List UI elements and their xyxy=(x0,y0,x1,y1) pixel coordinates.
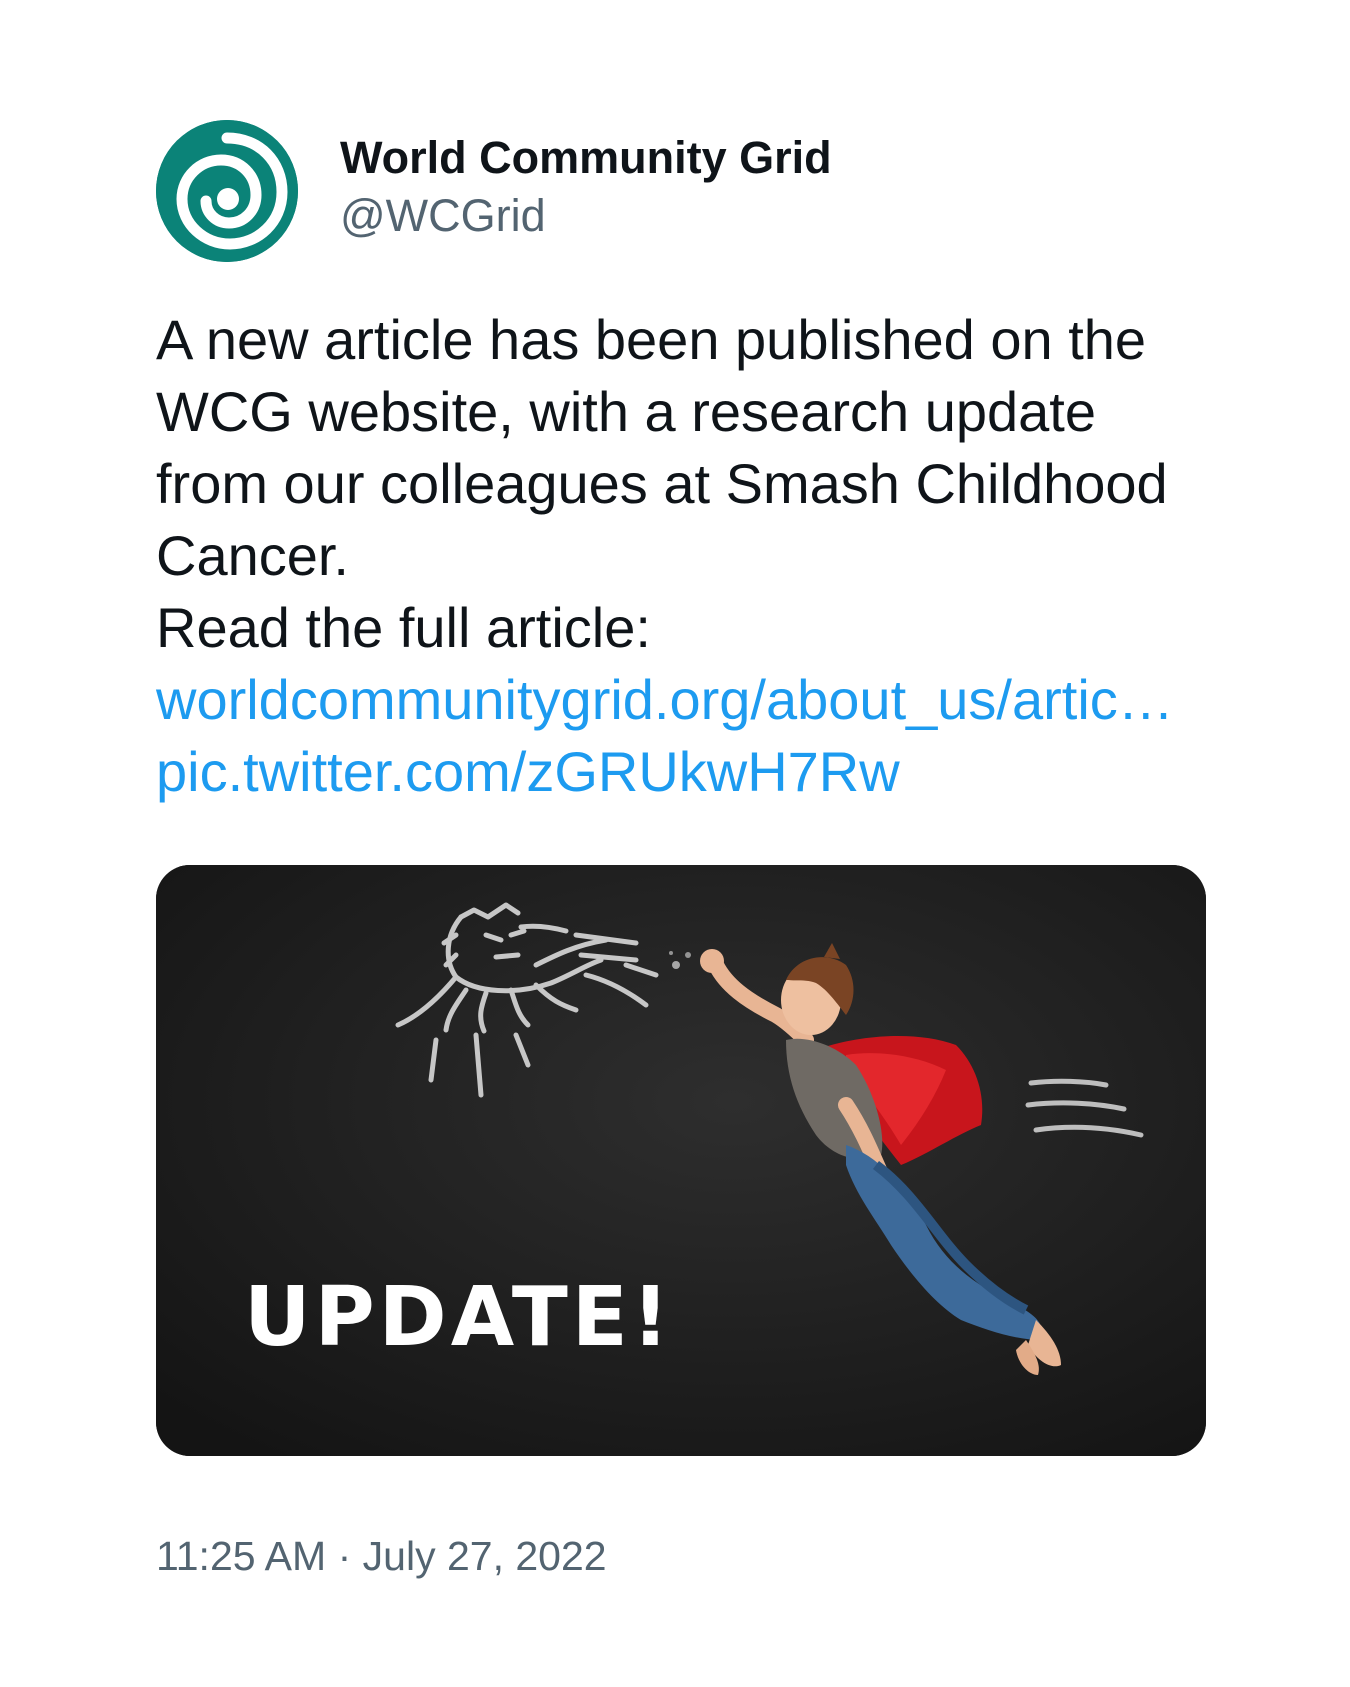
avatar[interactable] xyxy=(156,120,298,262)
tweet-date: July 27, 2022 xyxy=(362,1533,607,1579)
author-handle[interactable]: @WCGrid xyxy=(340,186,832,246)
tweet-media-image[interactable]: UPDATE! xyxy=(156,865,1206,1456)
tweet-header: World Community Grid @WCGrid xyxy=(156,120,1206,262)
author-names: World Community Grid @WCGrid xyxy=(340,130,832,246)
tweet-time: 11:25 AM xyxy=(156,1533,327,1579)
tweet-text: A new article has been published on the … xyxy=(156,308,1168,659)
pic-link[interactable]: pic.twitter.com/zGRUkwH7Rw xyxy=(156,740,900,803)
wcg-logo-icon xyxy=(156,120,298,262)
tweet-card: World Community Grid @WCGrid A new artic… xyxy=(156,120,1206,808)
tweet-timestamp[interactable]: 11:25 AM · July 27, 2022 xyxy=(156,1530,607,1582)
chalkboard-illustration: UPDATE! xyxy=(156,865,1206,1456)
article-link[interactable]: worldcommunitygrid.org/about_us/artic… xyxy=(156,668,1174,731)
author-display-name[interactable]: World Community Grid xyxy=(340,130,832,186)
media-overlay-text: UPDATE! xyxy=(244,1270,673,1365)
timestamp-separator: · xyxy=(337,1533,352,1579)
tweet-links: worldcommunitygrid.org/about_us/artic… p… xyxy=(156,664,1186,808)
